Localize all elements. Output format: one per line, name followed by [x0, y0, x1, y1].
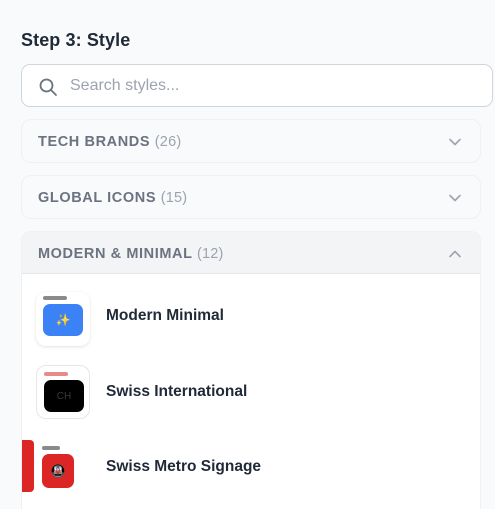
chevron-down-icon[interactable]: [448, 135, 462, 149]
thumb-bar: [42, 446, 60, 450]
thumb-bar: [43, 296, 67, 300]
style-label: Swiss Metro Signage: [106, 458, 262, 475]
metro-train-icon: 🚇: [42, 454, 74, 488]
style-thumbnail: ✨: [36, 292, 90, 346]
section-head-bar[interactable]: MODERN & MINIMAL (12): [22, 232, 480, 274]
chevron-down-icon[interactable]: [448, 191, 462, 205]
style-label: Modern Minimal: [106, 307, 224, 324]
section-modern-minimal: MODERN & MINIMAL (12) ✨ Modern Minimal C…: [21, 231, 481, 509]
section-header: MODERN & MINIMAL (12): [38, 246, 224, 262]
style-option-modern-minimal[interactable]: ✨ Modern Minimal: [22, 280, 480, 350]
section-name: MODERN & MINIMAL: [38, 246, 193, 262]
style-thumbnail: 🚇: [34, 440, 88, 494]
search-box[interactable]: [21, 64, 493, 107]
thumb-bar: [44, 372, 68, 376]
section-name: TECH BRANDS: [38, 134, 151, 150]
step-title: Step 3: Style: [21, 30, 131, 50]
section-tech-brands[interactable]: TECH BRANDS (26): [21, 119, 481, 163]
style-thumbnail: CH: [36, 365, 90, 419]
search-icon: [39, 78, 57, 96]
chevron-up-icon[interactable]: [448, 247, 462, 261]
style-option-swiss-metro-signage[interactable]: 🚇 Swiss Metro Signage: [22, 430, 480, 500]
ch-icon: CH: [44, 380, 84, 412]
sparkles-icon: ✨: [43, 304, 83, 336]
section-count: (12): [196, 246, 224, 262]
section-header: TECH BRANDS (26): [38, 134, 181, 150]
section-header: GLOBAL ICONS (15): [38, 190, 187, 206]
style-option-swiss-international[interactable]: CH Swiss International: [22, 355, 480, 425]
section-global-icons[interactable]: GLOBAL ICONS (15): [21, 175, 481, 219]
section-count: (26): [154, 134, 182, 150]
section-name: GLOBAL ICONS: [38, 190, 157, 206]
section-count: (15): [160, 190, 188, 206]
active-indicator: [22, 440, 34, 492]
style-label: Swiss International: [106, 383, 248, 400]
search-input[interactable]: [70, 76, 470, 96]
